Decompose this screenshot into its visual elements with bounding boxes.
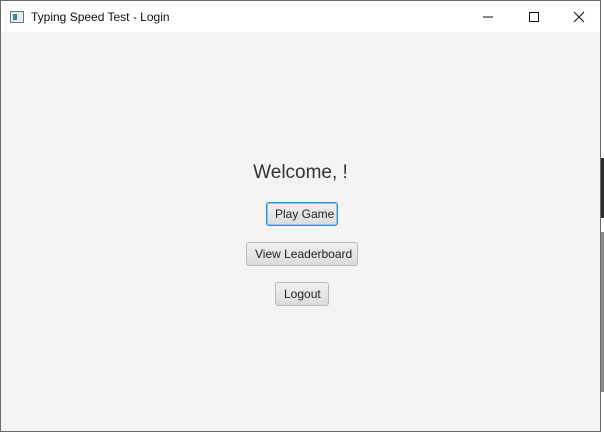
welcome-heading: Welcome, ! (253, 162, 348, 183)
close-button[interactable] (556, 1, 602, 32)
minimize-button[interactable] (465, 1, 511, 32)
maximize-button[interactable] (511, 1, 557, 32)
app-window: Typing Speed Test - Login Welcome, ! Pla… (0, 0, 601, 432)
window-title: Typing Speed Test - Login (31, 10, 170, 24)
main-content: Welcome, ! Play Game View Leaderboard Lo… (1, 32, 600, 431)
minimize-icon (483, 16, 493, 17)
title-bar[interactable]: Typing Speed Test - Login (1, 1, 600, 32)
play-game-button[interactable]: Play Game (266, 202, 338, 226)
logout-button[interactable]: Logout (275, 282, 329, 306)
view-leaderboard-button[interactable]: View Leaderboard (246, 242, 358, 266)
close-icon (573, 11, 585, 22)
app-window-icon (10, 11, 24, 23)
maximize-icon (529, 11, 539, 22)
